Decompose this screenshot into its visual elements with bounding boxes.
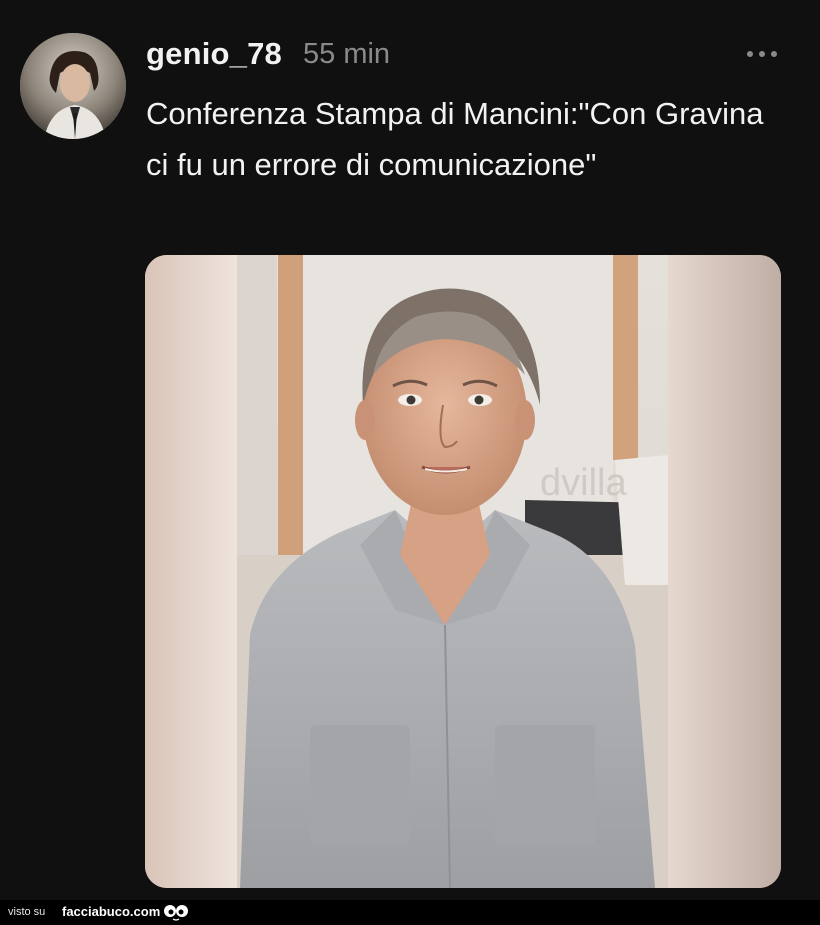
footer-bar: visto su facciabuco.com	[0, 900, 820, 925]
post-card: genio_78 55 min Conferenza Stampa di Man…	[0, 0, 820, 900]
avatar-image	[20, 33, 126, 139]
post-text: Conferenza Stampa di Mancini:"Con Gravin…	[146, 96, 764, 182]
footer-brand[interactable]: facciabuco.com	[62, 904, 160, 919]
username[interactable]: genio_78	[146, 36, 282, 72]
avatar[interactable]	[20, 33, 126, 139]
post-timestamp: 55 min	[303, 38, 391, 70]
post-image[interactable]: dvilla	[145, 255, 781, 888]
eyes-logo-icon	[164, 905, 188, 921]
more-options-icon[interactable]	[738, 36, 786, 72]
watermark-text: dvilla	[540, 462, 627, 504]
footer-visto-label: visto su	[8, 906, 46, 918]
